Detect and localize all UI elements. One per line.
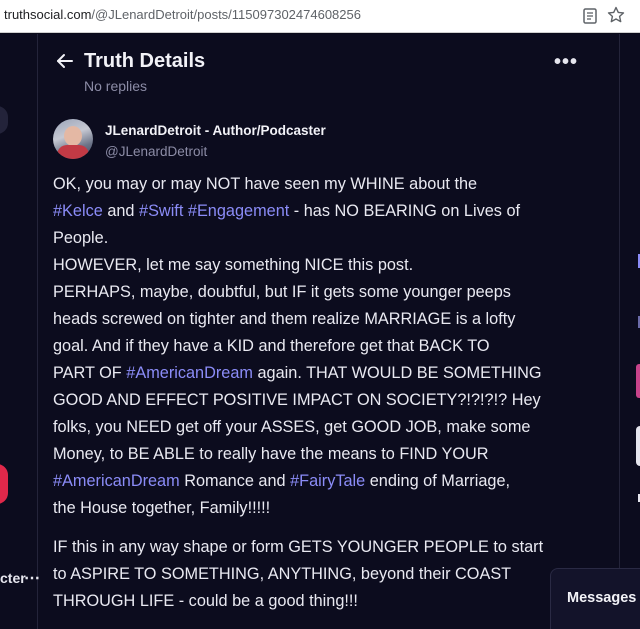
post-text-line: #Kelce and #Swift #Engagement - has NO B…: [53, 198, 609, 225]
bookmark-star-icon[interactable]: [606, 5, 626, 25]
post-text-line: OK, you may or may NOT have seen my WHIN…: [53, 171, 609, 198]
messages-panel[interactable]: Messages: [550, 568, 640, 629]
post-text: goal. And if they have a KID and therefo…: [53, 337, 490, 355]
url-text[interactable]: truthsocial.com/@JLenardDetroit/posts/11…: [4, 7, 361, 22]
post-text-line: goal. And if they have a KID and therefo…: [53, 333, 609, 360]
truth-details-panel: Truth Details No replies ••• JLenardDetr…: [38, 34, 619, 629]
author-handle[interactable]: @JLenardDetroit: [105, 144, 207, 159]
post-text: again. THAT WOULD BE SOMETHING: [252, 364, 542, 382]
hashtag-link[interactable]: #Engagement: [188, 202, 289, 220]
post-text: heads screwed on tighter and them realiz…: [53, 310, 516, 328]
post-text-line: IF this in any way shape or form GETS YO…: [53, 534, 609, 561]
sidebar-account-label-partial: cter: [0, 570, 26, 586]
post-text: IF this in any way shape or form GETS YO…: [53, 538, 544, 556]
hashtag-link[interactable]: #FairyTale: [290, 472, 365, 490]
avatar[interactable]: [53, 119, 93, 159]
post-text: folks, you NEED get off your ASSES, get …: [53, 418, 531, 436]
reader-view-icon[interactable]: [580, 6, 600, 26]
messages-label: Messages: [567, 590, 637, 606]
right-sidebar-thumbnail[interactable]: [636, 364, 640, 398]
post-text-line: heads screwed on tighter and them realiz…: [53, 306, 609, 333]
avatar-face: [64, 126, 82, 146]
left-sidebar: cter ⋯: [0, 34, 40, 629]
post-text-line: HOWEVER, let me say something NICE this …: [53, 252, 609, 279]
url-path: /@JLenardDetroit/posts/11509730247460825…: [91, 7, 361, 22]
page-title: Truth Details: [84, 50, 206, 72]
post-text-line: GOOD AND EFFECT POSITIVE IMPACT ON SOCIE…: [53, 387, 609, 414]
hashtag-link[interactable]: #Swift: [139, 202, 183, 220]
post-text-line: to ASPIRE TO SOMETHING, ANYTHING, beyond…: [53, 561, 609, 588]
browser-address-bar[interactable]: truthsocial.com/@JLenardDetroit/posts/11…: [0, 0, 640, 33]
post-text: the House together, Family!!!!!: [53, 499, 271, 517]
sidebar-compose-button-partial[interactable]: [0, 464, 8, 504]
right-sidebar-partial: [619, 34, 640, 629]
hashtag-link[interactable]: #AmericanDream: [53, 472, 180, 490]
post-text: PART OF: [53, 364, 127, 382]
post-text: ending of Marriage,: [365, 472, 511, 490]
post-text: People.: [53, 229, 109, 247]
hashtag-link[interactable]: #AmericanDream: [126, 364, 253, 382]
avatar-shirt: [57, 145, 89, 159]
replies-count-label: No replies: [84, 78, 148, 94]
post-text: PERHAPS, maybe, doubtful, but IF it gets…: [53, 283, 511, 301]
post-text-line: the House together, Family!!!!!: [53, 495, 609, 522]
post-text: - has NO BEARING on Lives of: [289, 202, 521, 220]
post-text: and: [102, 202, 140, 220]
post-text: GOOD AND EFFECT POSITIVE IMPACT ON SOCIE…: [53, 391, 541, 409]
hashtag-link[interactable]: #Kelce: [53, 202, 103, 220]
url-host: truthsocial.com: [4, 7, 92, 22]
post-body: OK, you may or may NOT have seen my WHIN…: [53, 171, 609, 615]
post-text: HOWEVER, let me say something NICE this …: [53, 256, 414, 274]
post-text-line: PERHAPS, maybe, doubtful, but IF it gets…: [53, 279, 609, 306]
post-text: to ASPIRE TO SOMETHING, ANYTHING, beyond…: [53, 565, 512, 583]
right-sidebar-thumbnail[interactable]: [636, 426, 640, 466]
post-text-line: folks, you NEED get off your ASSES, get …: [53, 414, 609, 441]
post-text: Money, to BE ABLE to really have the mea…: [53, 445, 489, 463]
sidebar-nav-item-partial[interactable]: [0, 106, 8, 134]
post-text: Romance and: [179, 472, 291, 490]
more-options-icon[interactable]: •••: [554, 52, 578, 72]
truth-social-page: cter ⋯ Truth Details No replies ••• JLen…: [0, 34, 640, 629]
back-arrow-icon[interactable]: [55, 51, 75, 71]
post-text: THROUGH LIFE - could be a good thing!!!: [53, 592, 358, 610]
post-text-line: PART OF #AmericanDream again. THAT WOULD…: [53, 360, 609, 387]
post-text-line: THROUGH LIFE - could be a good thing!!!: [53, 588, 609, 615]
author-name[interactable]: JLenardDetroit - Author/Podcaster: [105, 123, 326, 138]
post-text: OK, you may or may NOT have seen my WHIN…: [53, 175, 478, 193]
post-text-line: Money, to BE ABLE to really have the mea…: [53, 441, 609, 468]
post-text-line: People.: [53, 225, 609, 252]
post-text-line: #AmericanDream Romance and #FairyTale en…: [53, 468, 609, 495]
